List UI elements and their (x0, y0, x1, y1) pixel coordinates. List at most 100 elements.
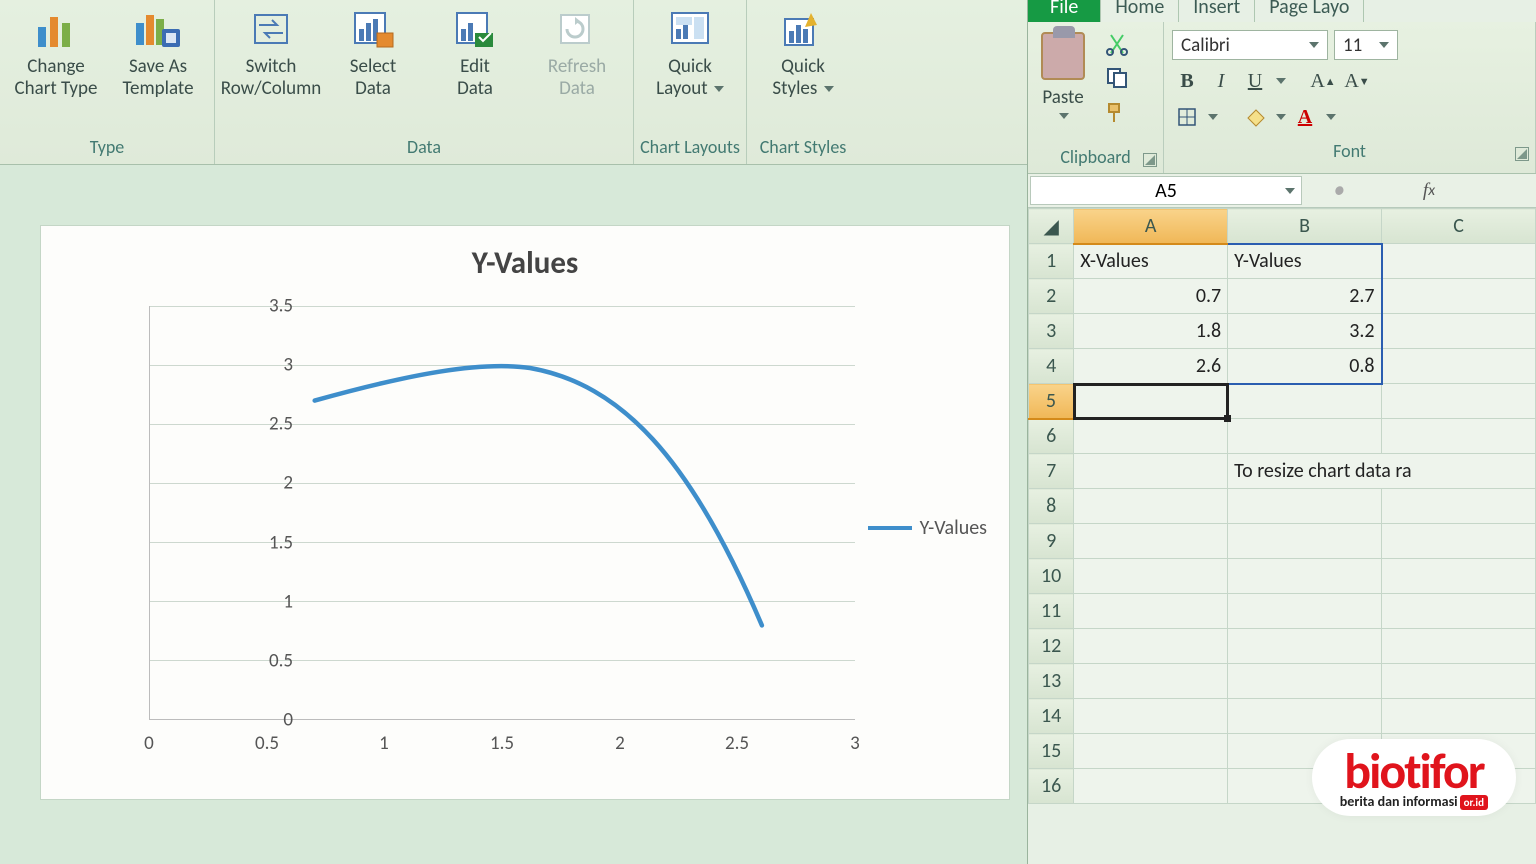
cell[interactable] (1382, 629, 1536, 664)
cell[interactable] (1228, 524, 1382, 559)
select-all-corner[interactable]: ◢ (1029, 209, 1074, 244)
cell[interactable] (1074, 769, 1228, 804)
font-name-combo[interactable]: Calibri (1172, 30, 1328, 60)
col-header-B[interactable]: B (1228, 209, 1382, 244)
cell-B1[interactable]: Y-Values (1228, 244, 1382, 279)
row-header[interactable]: 8 (1029, 489, 1074, 524)
row-header[interactable]: 12 (1029, 629, 1074, 664)
worksheet-grid[interactable]: ◢ A B C 1 X-Values Y-Values 2 0.7 2.7 3 … (1028, 208, 1536, 804)
cell[interactable] (1228, 559, 1382, 594)
fx-label[interactable]: fx (1414, 176, 1444, 205)
cell-A1[interactable]: X-Values (1074, 244, 1228, 279)
cell-B5[interactable] (1228, 384, 1382, 419)
cell[interactable] (1382, 699, 1536, 734)
row-header[interactable]: 13 (1029, 664, 1074, 699)
cell[interactable] (1228, 629, 1382, 664)
cell[interactable] (1074, 734, 1228, 769)
cell[interactable] (1382, 419, 1536, 454)
tab-page-layout-2[interactable]: Page Layo (1255, 0, 1364, 22)
chevron-down-icon[interactable] (1326, 114, 1336, 120)
row-header[interactable]: 3 (1029, 314, 1074, 349)
chevron-down-icon[interactable] (1276, 78, 1286, 84)
cell[interactable] (1228, 489, 1382, 524)
name-box[interactable]: A5 (1030, 176, 1302, 205)
save-as-template-button[interactable]: Save As Template (112, 4, 204, 100)
cell-C3[interactable] (1382, 314, 1536, 349)
shrink-font-button[interactable]: A▼ (1342, 66, 1372, 96)
fill-color-button[interactable] (1240, 102, 1270, 132)
cell-A5[interactable] (1074, 384, 1228, 419)
tab-file-2[interactable]: File (1028, 0, 1101, 22)
row-header[interactable]: 14 (1029, 699, 1074, 734)
switch-row-column-button[interactable]: Switch Row/Column (225, 4, 317, 100)
row-header[interactable]: 16 (1029, 769, 1074, 804)
row-header[interactable]: 10 (1029, 559, 1074, 594)
edit-data-button[interactable]: Edit Data (429, 4, 521, 100)
quick-styles-button[interactable]: Quick Styles (757, 4, 849, 100)
cell-B4[interactable]: 0.8 (1228, 349, 1382, 384)
cell[interactable] (1382, 594, 1536, 629)
format-painter-icon[interactable] (1104, 100, 1130, 124)
cell-C1[interactable] (1382, 244, 1536, 279)
chevron-down-icon[interactable] (1276, 114, 1286, 120)
row-header[interactable]: 7 (1029, 454, 1074, 489)
bold-button[interactable]: B (1172, 66, 1202, 96)
row-header[interactable]: 6 (1029, 419, 1074, 454)
italic-button[interactable]: I (1206, 66, 1236, 96)
cell[interactable] (1074, 489, 1228, 524)
cell[interactable] (1228, 419, 1382, 454)
select-data-button[interactable]: Select Data (327, 4, 419, 100)
col-header-C[interactable]: C (1382, 209, 1536, 244)
cell[interactable] (1382, 524, 1536, 559)
cell[interactable] (1382, 664, 1536, 699)
cell[interactable] (1382, 489, 1536, 524)
change-chart-type-button[interactable]: Change Chart Type (10, 4, 102, 100)
cell-A2[interactable]: 0.7 (1074, 279, 1228, 314)
cell[interactable] (1074, 524, 1228, 559)
chart-legend[interactable]: Y-Values (868, 516, 987, 540)
cell-C4[interactable] (1382, 349, 1536, 384)
cell-B7[interactable]: To resize chart data ra (1228, 454, 1536, 489)
quick-layout-button[interactable]: Quick Layout (644, 4, 736, 100)
font-size-combo[interactable]: 11 (1334, 30, 1398, 60)
row-header[interactable]: 1 (1029, 244, 1074, 279)
col-header-A[interactable]: A (1074, 209, 1228, 244)
row-header[interactable]: 15 (1029, 734, 1074, 769)
cell[interactable] (1228, 699, 1382, 734)
cell[interactable] (1228, 594, 1382, 629)
cell[interactable] (1228, 664, 1382, 699)
dialog-launcher-icon[interactable] (1143, 153, 1157, 167)
cell[interactable] (1074, 559, 1228, 594)
underline-button[interactable]: U (1240, 66, 1270, 96)
row-header[interactable]: 2 (1029, 279, 1074, 314)
tab-home-2[interactable]: Home (1101, 0, 1179, 22)
cell-B2[interactable]: 2.7 (1228, 279, 1382, 314)
cell[interactable] (1382, 559, 1536, 594)
cut-icon[interactable] (1104, 32, 1130, 56)
paste-button[interactable]: Paste (1028, 22, 1098, 142)
row-header[interactable]: 9 (1029, 524, 1074, 559)
cell-A3[interactable]: 1.8 (1074, 314, 1228, 349)
chart-object[interactable]: Y-Values 3.5 3 2.5 2 1.5 1 0.5 0 0 0.5 1… (40, 225, 1010, 800)
cell[interactable] (1074, 629, 1228, 664)
cell[interactable] (1074, 419, 1228, 454)
cell[interactable] (1074, 664, 1228, 699)
grow-font-button[interactable]: A▲ (1308, 66, 1338, 96)
row-header[interactable]: 11 (1029, 594, 1074, 629)
row-header[interactable]: 5 (1029, 384, 1074, 419)
font-color-button[interactable]: A (1290, 102, 1320, 132)
cell-C5[interactable] (1382, 384, 1536, 419)
borders-button[interactable] (1172, 102, 1202, 132)
row-header[interactable]: 4 (1029, 349, 1074, 384)
copy-icon[interactable] (1104, 66, 1130, 90)
chart-title[interactable]: Y-Values (41, 226, 1009, 282)
cell[interactable] (1074, 454, 1228, 489)
tab-insert-2[interactable]: Insert (1179, 0, 1255, 22)
cell-B3[interactable]: 3.2 (1228, 314, 1382, 349)
cell-A4[interactable]: 2.6 (1074, 349, 1228, 384)
chevron-down-icon[interactable] (1208, 114, 1218, 120)
cell[interactable] (1074, 594, 1228, 629)
insert-function-icon[interactable]: ● (1324, 176, 1354, 205)
cell[interactable] (1074, 699, 1228, 734)
cell-C2[interactable] (1382, 279, 1536, 314)
